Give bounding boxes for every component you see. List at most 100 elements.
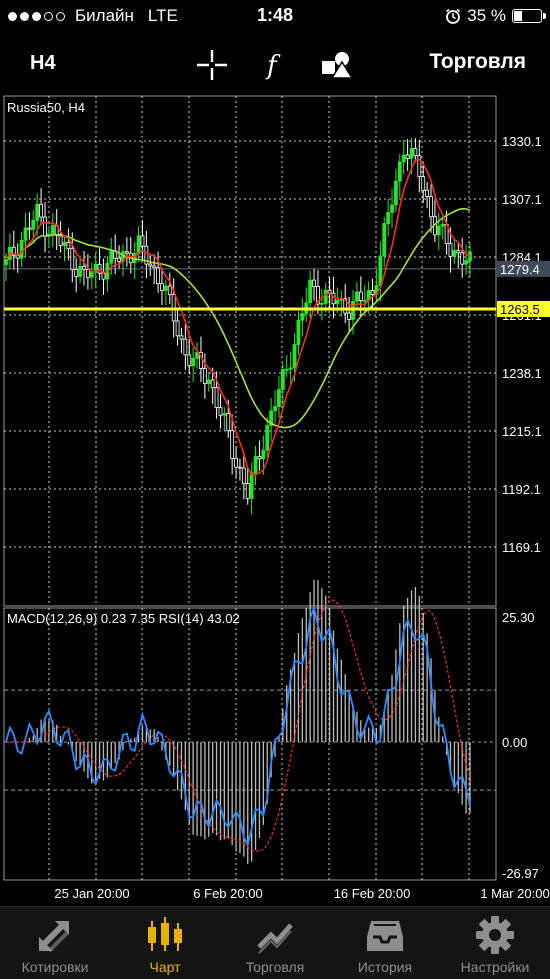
candle-body (31, 219, 36, 230)
trade-button[interactable]: Торговля (429, 50, 526, 74)
candle-body (117, 257, 121, 262)
candle-body (253, 456, 258, 474)
svg-text:f: f (265, 51, 281, 81)
candle-body (156, 267, 160, 285)
candle-body (335, 299, 340, 305)
candle-body (358, 291, 363, 301)
tab-trade[interactable]: Торговля (220, 907, 330, 979)
price-axis-label: 1307.1 (502, 192, 542, 207)
indicator-label: MACD(12,26,9) 0.23 7.35 RSI(14) 43.02 (7, 611, 240, 626)
tab-quotes[interactable]: Котировки (0, 907, 110, 979)
price-axis-label: 1238.1 (502, 366, 542, 381)
candle-body (323, 289, 328, 304)
candle-body (288, 367, 293, 370)
candle-body (386, 212, 391, 224)
crosshair-icon[interactable] (195, 48, 229, 82)
candle-body (292, 344, 297, 369)
function-icon[interactable]: f (258, 48, 292, 82)
candle-body (425, 189, 430, 197)
fast-moving-average-line (5, 158, 471, 476)
candle-body (249, 472, 254, 499)
candle-body (238, 466, 242, 469)
candle-body (191, 357, 196, 367)
candle-body (109, 250, 114, 264)
candle-body (66, 242, 71, 250)
candle-body (136, 235, 141, 254)
candle-body (230, 430, 235, 459)
tab-history[interactable]: История (330, 907, 440, 979)
candle-body (300, 313, 305, 321)
tab-label: Настройки (460, 959, 530, 975)
candle-body (436, 225, 441, 236)
candle-body (405, 154, 410, 159)
alarm-icon (446, 8, 461, 24)
indicator-axis-label: 0.00 (502, 735, 527, 750)
candle-body (222, 413, 227, 416)
indicator-axis-label: 25.30 (502, 610, 535, 625)
candle-body (265, 425, 270, 451)
candle-body (148, 263, 153, 267)
candle-body (206, 379, 211, 384)
tab-label: Торговля (245, 959, 305, 975)
time-axis-label: 1 Mar 20:00 (480, 886, 549, 901)
candle-body (35, 203, 40, 221)
candle-body (464, 260, 469, 265)
candle-body (62, 242, 67, 246)
candles-icon (148, 917, 182, 951)
current-price-label: 1279.4 (500, 262, 540, 277)
battery-icon (512, 9, 546, 23)
candle-body (429, 196, 433, 218)
time-axis-label: 16 Feb 20:00 (334, 886, 411, 901)
timeframe-button[interactable]: H4 (30, 52, 56, 75)
status-right: 35 % (445, 6, 546, 26)
tab-label: Чарт (149, 959, 181, 975)
candle-body (347, 312, 352, 320)
candle-body (27, 227, 32, 230)
candle-body (362, 299, 367, 302)
price-chart[interactable]: 1330.11307.11284.11261.11238.11215.11192… (0, 94, 550, 906)
candle-body (401, 154, 406, 163)
candle-body (378, 255, 383, 286)
candle-body (273, 406, 277, 412)
status-bar: Билайн LTE 1:48 35 % (0, 0, 550, 32)
horizontal-level-label: 1263.5 (500, 302, 540, 317)
tab-settings[interactable]: Настройки (440, 907, 550, 979)
trade-chart-icon (257, 923, 293, 954)
candle-body (452, 250, 457, 257)
battery-percent: 35 % (467, 6, 506, 25)
objects-icon[interactable] (320, 48, 354, 82)
symbol-label: Russia50, H4 (7, 100, 85, 115)
tab-bar: Котировки Чарт Торговля История Настройк… (0, 906, 550, 979)
candle-body (448, 243, 453, 257)
candle-body (39, 203, 43, 218)
chart-toolbar: H4 f Торговля (0, 36, 550, 92)
indicator-axis-label: -26.97 (502, 866, 539, 881)
candle-body (202, 368, 207, 384)
history-inbox-icon (367, 921, 403, 951)
candle-body (70, 248, 75, 271)
candle-body (277, 389, 281, 408)
candle-body (124, 251, 129, 254)
candle-body (284, 368, 289, 371)
candle-body (261, 449, 266, 460)
candle-body (319, 302, 324, 305)
candle-body (226, 413, 231, 432)
candle-body (175, 320, 180, 337)
candle-body (160, 283, 164, 291)
candle-body (74, 269, 79, 277)
candle-body (413, 148, 418, 157)
tab-label: Котировки (21, 959, 89, 975)
candle-body (460, 252, 465, 265)
candle-body (440, 223, 445, 227)
candle-body (394, 180, 398, 206)
candle-body (421, 176, 426, 191)
candle-body (257, 456, 262, 460)
tab-chart[interactable]: Чарт (110, 907, 220, 979)
candle-body (19, 239, 24, 259)
candle-body (390, 204, 394, 213)
candle-body (152, 265, 157, 269)
candle-body (214, 387, 219, 408)
candle-body (101, 272, 106, 280)
candle-body (234, 457, 238, 468)
slow-moving-average-line (5, 207, 471, 429)
